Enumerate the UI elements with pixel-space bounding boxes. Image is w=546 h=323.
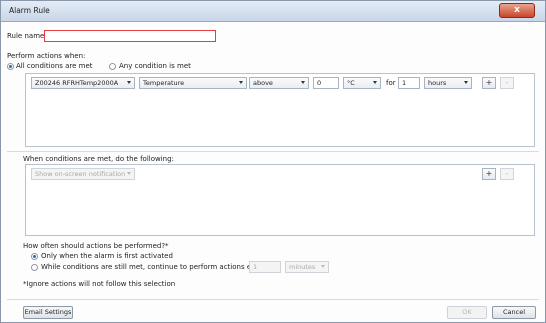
duration-input[interactable]: 1	[398, 77, 420, 89]
interval-unit-select[interactable]: minutes	[285, 261, 329, 273]
device-select[interactable]: Z00246 RFRHTemp2000A	[31, 77, 135, 89]
unit-value: °C	[347, 79, 355, 87]
for-label: for	[386, 79, 396, 87]
rule-name-input[interactable]	[44, 30, 216, 42]
frequency-heading: How often should actions be performed?*	[23, 242, 169, 250]
section-divider	[7, 151, 539, 152]
actions-heading: When conditions are met, do the followin…	[23, 155, 174, 163]
chevron-down-icon	[127, 81, 131, 84]
repeat-label: While conditions are still met, continue…	[41, 263, 269, 271]
chevron-down-icon	[464, 81, 468, 84]
comparator-value: above	[253, 79, 273, 87]
close-icon: x	[514, 5, 520, 15]
add-condition-button[interactable]: +	[482, 77, 496, 89]
conditions-heading: Perform actions when:	[7, 52, 86, 60]
chevron-down-icon	[373, 81, 377, 84]
first-activation-radio[interactable]	[31, 253, 38, 260]
interval-unit-value: minutes	[289, 263, 316, 271]
cancel-button[interactable]: Cancel	[492, 306, 536, 319]
sensor-select[interactable]: Temperature	[139, 77, 247, 89]
all-conditions-radio[interactable]	[7, 63, 14, 70]
alarm-rule-dialog: Alarm Rule x Rule name: Perform actions …	[0, 0, 546, 323]
unit-select[interactable]: °C	[343, 77, 381, 89]
first-activation-label: Only when the alarm is first activated	[41, 252, 173, 260]
chevron-down-icon	[321, 265, 325, 268]
comparator-select[interactable]: above	[249, 77, 309, 89]
duration-unit-value: hours	[428, 79, 447, 87]
repeat-radio[interactable]	[31, 264, 38, 271]
footer-divider	[7, 299, 539, 300]
chevron-down-icon	[127, 172, 131, 175]
rule-name-label: Rule name:	[7, 32, 47, 40]
all-conditions-label: All conditions are met	[16, 62, 93, 70]
any-condition-radio[interactable]	[109, 63, 116, 70]
frequency-footnote: *Ignore actions will not follow this sel…	[23, 280, 176, 288]
chevron-down-icon	[301, 81, 305, 84]
ok-button[interactable]: OK	[447, 306, 487, 319]
threshold-input[interactable]: 0	[313, 77, 339, 89]
title-bar: Alarm Rule x	[1, 1, 545, 22]
remove-action-button[interactable]: -	[500, 168, 514, 180]
duration-unit-select[interactable]: hours	[424, 77, 472, 89]
any-condition-label: Any condition is met	[119, 62, 191, 70]
remove-condition-button[interactable]: -	[500, 77, 514, 89]
window-title: Alarm Rule	[9, 6, 50, 15]
chevron-down-icon	[239, 81, 243, 84]
add-action-button[interactable]: +	[482, 168, 496, 180]
sensor-value: Temperature	[143, 79, 185, 87]
device-value: Z00246 RFRHTemp2000A	[35, 79, 119, 87]
email-settings-button[interactable]: Email Settings	[23, 306, 73, 319]
action-select[interactable]: Show on-screen notification	[31, 168, 135, 180]
interval-input[interactable]: 1	[249, 261, 281, 273]
close-button[interactable]: x	[499, 3, 535, 18]
action-value: Show on-screen notification	[35, 170, 126, 178]
